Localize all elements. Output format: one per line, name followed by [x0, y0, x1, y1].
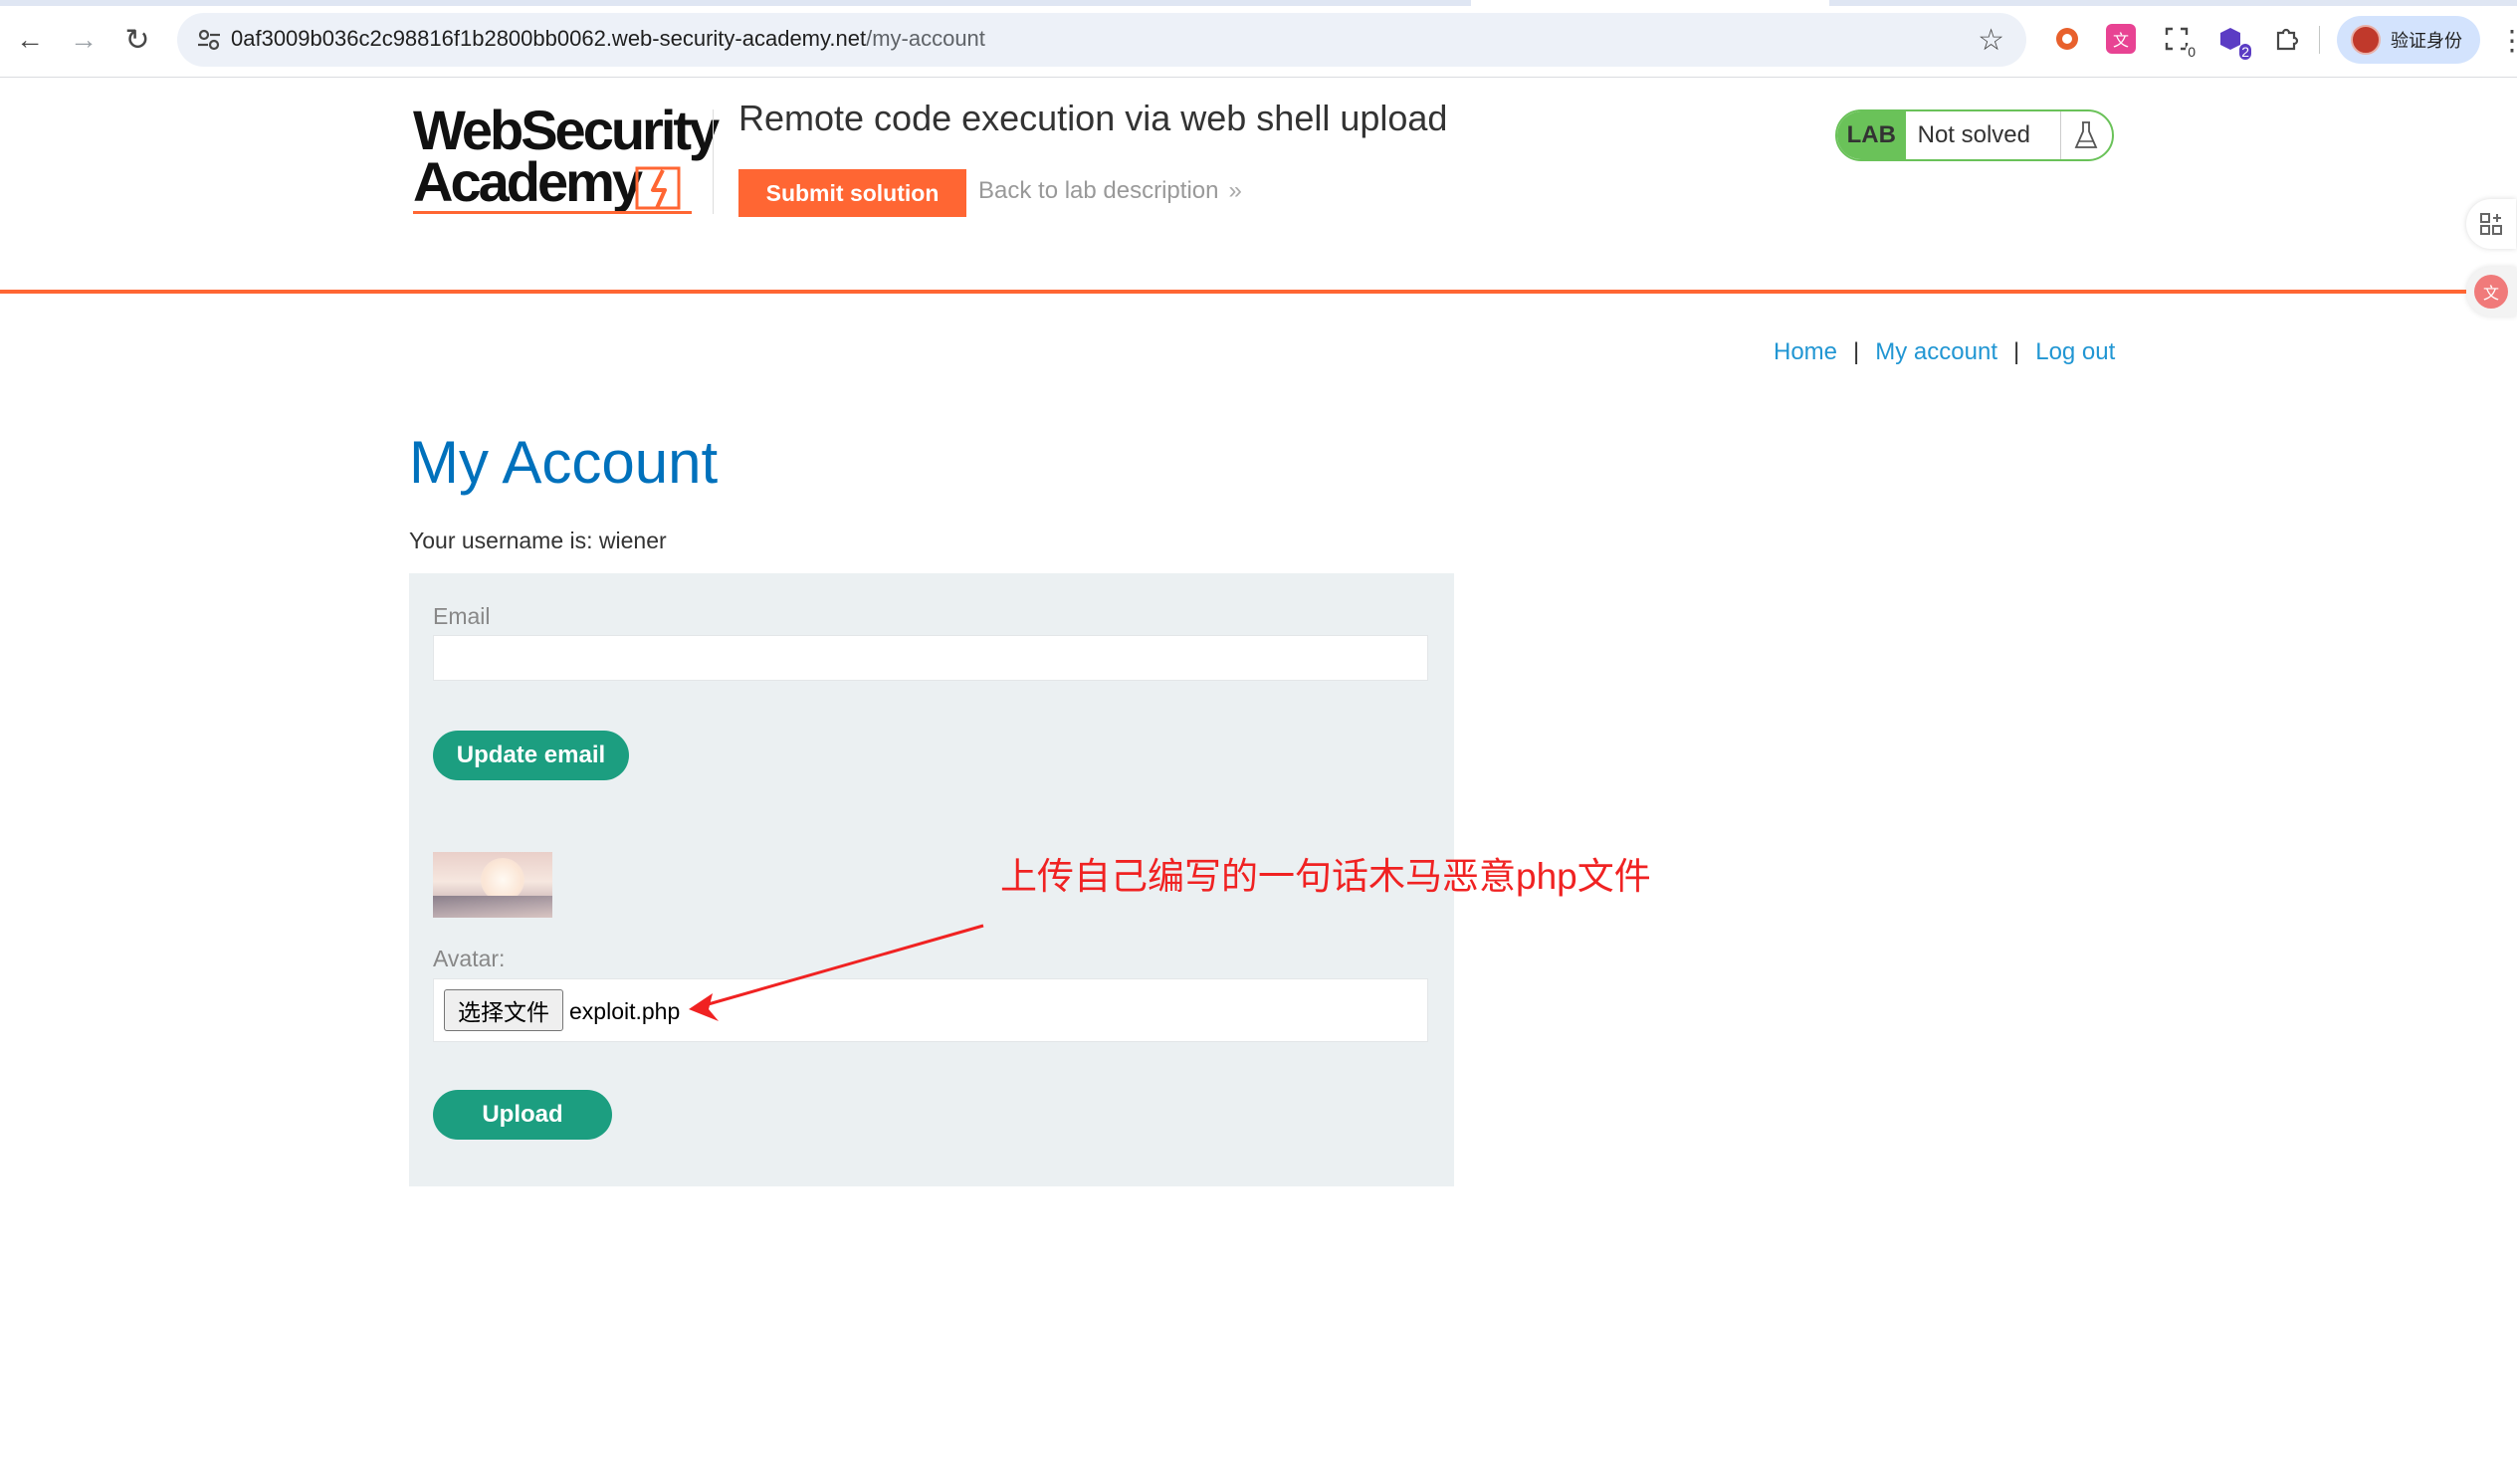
- nav-home-link[interactable]: Home: [1774, 338, 1837, 365]
- choose-file-button[interactable]: 选择文件: [444, 989, 563, 1031]
- bookmark-star-icon[interactable]: ☆: [1978, 23, 2004, 58]
- url-path: /my-account: [866, 26, 985, 51]
- url-text[interactable]: 0af3009b036c2c98816f1b2800bb0062.web-sec…: [231, 26, 985, 52]
- screenshot-extension-icon[interactable]: 0: [2162, 24, 2198, 60]
- email-field[interactable]: [433, 635, 1428, 681]
- side-toolbar-grid-icon[interactable]: [2466, 199, 2516, 249]
- lab-status-widget: LAB Not solved: [1835, 109, 2114, 161]
- nav-my-account-link[interactable]: My account: [1875, 338, 1997, 365]
- lab-title: Remote code execution via web shell uplo…: [738, 98, 1448, 138]
- browser-toolbar: ← → ↻ 0af3009b036c2c98816f1b2800bb0062.w…: [0, 0, 2517, 78]
- record-extension-icon[interactable]: [2052, 24, 2082, 54]
- nav-separator: |: [1853, 338, 1860, 365]
- submit-solution-button[interactable]: Submit solution: [738, 169, 966, 217]
- page-title: My Account: [409, 429, 719, 496]
- address-bar[interactable]: 0af3009b036c2c98816f1b2800bb0062.web-sec…: [177, 13, 2026, 67]
- logo-line-2: Academy: [413, 150, 643, 213]
- url-host: 0af3009b036c2c98816f1b2800bb0062.web-sec…: [231, 26, 867, 51]
- header-divider: [713, 109, 714, 214]
- profile-label: 验证身份: [2391, 31, 2462, 51]
- tab-strip: [0, 0, 2517, 6]
- lightning-bolt-icon: [635, 166, 681, 210]
- translate-icon: 文: [2474, 275, 2508, 309]
- back-to-lab-description-link[interactable]: Back to lab description »: [978, 177, 1242, 205]
- side-translate-icon[interactable]: 文: [2466, 267, 2516, 317]
- profile-button[interactable]: 验证身份: [2337, 16, 2480, 64]
- nav-separator: |: [2012, 338, 2020, 365]
- selected-file-name: exploit.php: [569, 998, 681, 1024]
- logo-underline: [413, 211, 692, 214]
- extension-badge: 0: [2186, 44, 2198, 60]
- account-nav: Home | My account | Log out: [1774, 338, 2115, 366]
- header-rule: [0, 290, 2466, 294]
- update-email-button[interactable]: Update email: [433, 731, 629, 780]
- flask-icon: [2059, 111, 2112, 159]
- web-security-academy-logo[interactable]: WebSecurity Academy: [413, 103, 720, 222]
- nav-log-out-link[interactable]: Log out: [2035, 338, 2115, 365]
- avatar: [2351, 25, 2381, 55]
- extension-badge: 2: [2239, 44, 2251, 60]
- back-arrow-icon[interactable]: ←: [12, 22, 48, 58]
- toolbar-divider: [2319, 26, 2320, 54]
- annotation-text: 上传自己编写的一句话木马恶意php文件: [1000, 856, 1651, 897]
- puzzle-extensions-icon[interactable]: [2271, 24, 2301, 54]
- double-chevron-right-icon: »: [1228, 177, 1242, 204]
- upload-button[interactable]: Upload: [433, 1090, 612, 1140]
- cube-extension-icon[interactable]: 2: [2215, 24, 2251, 60]
- more-menu-icon[interactable]: ⋮: [2498, 24, 2517, 57]
- back-link-label: Back to lab description: [978, 177, 1219, 204]
- reload-icon[interactable]: ↻: [119, 22, 155, 58]
- avatar-image: [433, 852, 552, 918]
- email-label: Email: [433, 603, 491, 629]
- lab-status-text: Not solved: [1917, 121, 2030, 148]
- lab-tag: LAB: [1837, 111, 1906, 159]
- active-tab[interactable]: [1471, 0, 1829, 6]
- translate-extension-icon[interactable]: 文: [2106, 24, 2136, 54]
- forward-arrow-icon[interactable]: →: [66, 22, 102, 58]
- username-text: Your username is: wiener: [409, 528, 667, 553]
- landscape-shape: [433, 896, 552, 918]
- site-settings-icon[interactable]: [195, 26, 223, 54]
- avatar-label: Avatar:: [433, 946, 506, 971]
